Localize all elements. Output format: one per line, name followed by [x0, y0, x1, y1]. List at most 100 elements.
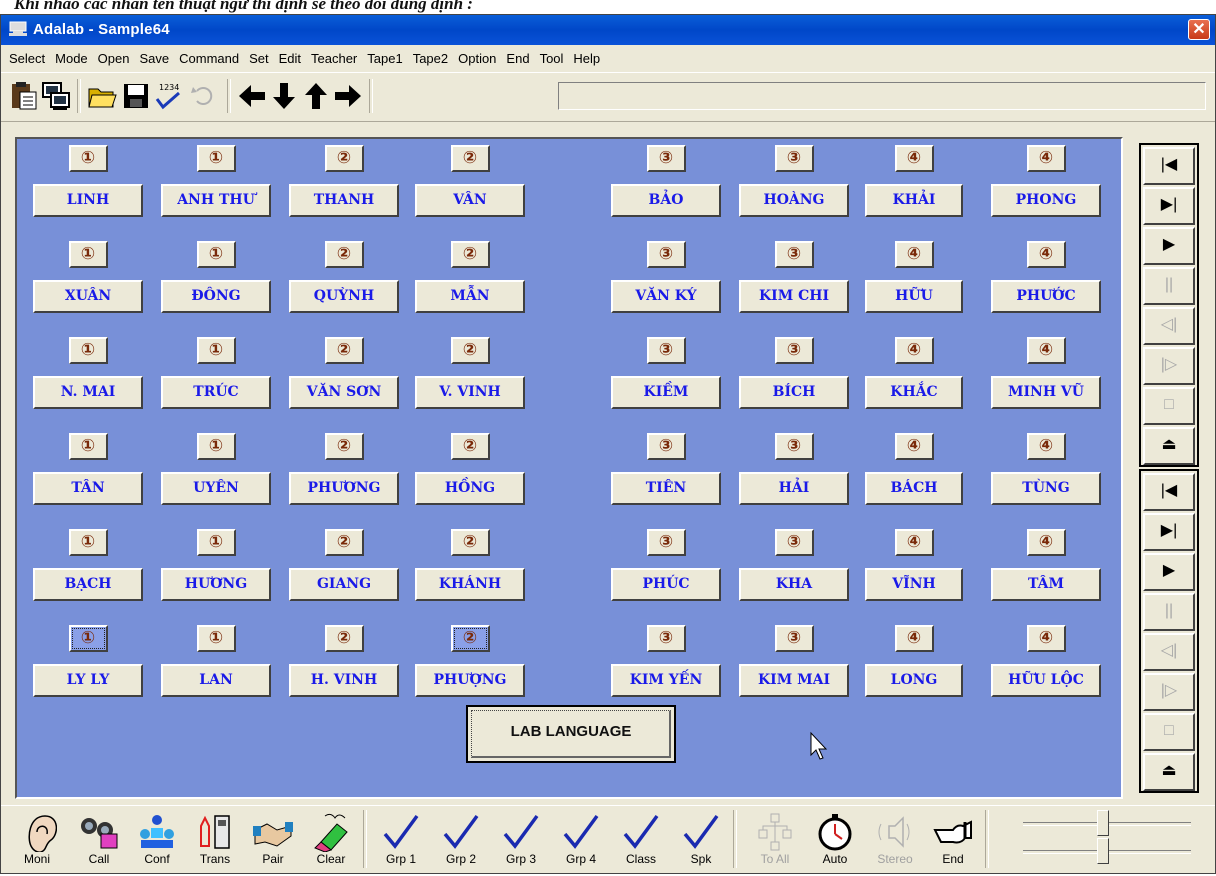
tool-end-button[interactable]: End — [925, 806, 981, 868]
group-badge[interactable]: ③ — [774, 625, 814, 652]
student-seat-button[interactable]: HỒNG — [415, 472, 525, 505]
student-seat-button[interactable]: TÙNG — [991, 472, 1101, 505]
volume-slider-1[interactable] — [1023, 810, 1191, 836]
menu-item-mode[interactable]: Mode — [50, 47, 93, 66]
student-seat-button[interactable]: HOÀNG — [739, 184, 849, 217]
tool-grp-3-button[interactable]: Grp 3 — [493, 806, 549, 868]
group-badge[interactable]: ③ — [774, 337, 814, 364]
student-seat-button[interactable]: BẢO — [611, 184, 721, 217]
tool-stereo-button[interactable]: Stereo — [867, 806, 923, 868]
group-badge[interactable]: ③ — [774, 529, 814, 556]
student-seat-button[interactable]: HẢI — [739, 472, 849, 505]
menu-item-tool[interactable]: Tool — [535, 47, 569, 66]
skip-back-icon[interactable]: |◀ — [1143, 473, 1195, 511]
group-badge[interactable]: ① — [196, 337, 236, 364]
student-seat-button[interactable]: BẠCH — [33, 568, 143, 601]
group-badge[interactable]: ③ — [646, 241, 686, 268]
group-badge[interactable]: ③ — [646, 145, 686, 172]
student-seat-button[interactable]: TRÚC — [161, 376, 271, 409]
student-seat-button[interactable]: PHÚC — [611, 568, 721, 601]
group-badge[interactable]: ② — [450, 433, 490, 460]
menu-item-command[interactable]: Command — [174, 47, 244, 66]
group-badge[interactable]: ④ — [894, 433, 934, 460]
student-seat-button[interactable]: GIANG — [289, 568, 399, 601]
play-icon[interactable]: ▶ — [1143, 553, 1195, 591]
student-seat-button[interactable]: LINH — [33, 184, 143, 217]
menu-item-edit[interactable]: Edit — [274, 47, 306, 66]
tool-grp-2-button[interactable]: Grp 2 — [433, 806, 489, 868]
menu-item-help[interactable]: Help — [568, 47, 605, 66]
play-icon[interactable]: ▶ — [1143, 227, 1195, 265]
student-seat-button[interactable]: THANH — [289, 184, 399, 217]
group-badge[interactable]: ② — [324, 241, 364, 268]
clipboard-icon[interactable] — [9, 81, 39, 111]
student-seat-button[interactable]: KHÁNH — [415, 568, 525, 601]
group-badge[interactable]: ④ — [1026, 337, 1066, 364]
group-badge[interactable]: ③ — [774, 145, 814, 172]
menu-item-tape1[interactable]: Tape1 — [362, 47, 407, 66]
group-badge[interactable]: ① — [68, 145, 108, 172]
student-seat-button[interactable]: TIÊN — [611, 472, 721, 505]
group-badge[interactable]: ③ — [774, 241, 814, 268]
group-badge[interactable]: ④ — [1026, 241, 1066, 268]
group-badge[interactable]: ④ — [894, 337, 934, 364]
tool-grp-1-button[interactable]: Grp 1 — [373, 806, 429, 868]
arrow-down-icon[interactable] — [269, 81, 299, 111]
volume-slider-2[interactable] — [1023, 838, 1191, 864]
student-seat-button[interactable]: TÂN — [33, 472, 143, 505]
student-seat-button[interactable]: MẪN — [415, 280, 525, 313]
group-badge[interactable]: ④ — [894, 145, 934, 172]
fast-forward-icon[interactable]: |▷ — [1143, 673, 1195, 711]
tool-to-all-button[interactable]: To All — [747, 806, 803, 868]
student-seat-button[interactable]: KHA — [739, 568, 849, 601]
group-badge[interactable]: ② — [324, 145, 364, 172]
lab-language-button[interactable]: LAB LANGUAGE — [466, 705, 676, 763]
tool-spk-button[interactable]: Spk — [673, 806, 729, 868]
pause-icon[interactable]: || — [1143, 593, 1195, 631]
student-seat-button[interactable]: KHẮC — [865, 376, 963, 409]
skip-forward-icon[interactable]: ▶| — [1143, 187, 1195, 225]
group-badge[interactable]: ④ — [894, 241, 934, 268]
menu-item-end[interactable]: End — [501, 47, 534, 66]
student-seat-button[interactable]: VÂN — [415, 184, 525, 217]
student-seat-button[interactable]: KIM CHI — [739, 280, 849, 313]
close-button[interactable]: ✕ — [1188, 19, 1210, 40]
group-badge[interactable]: ① — [196, 433, 236, 460]
title-bar[interactable]: Adalab - Sample64 ✕ — [1, 15, 1215, 45]
stop-icon[interactable]: □ — [1143, 387, 1195, 425]
student-seat-button[interactable]: H. VINH — [289, 664, 399, 697]
student-seat-button[interactable]: KIM YẾN — [611, 664, 721, 697]
student-seat-button[interactable]: TÂM — [991, 568, 1101, 601]
group-badge[interactable]: ④ — [1026, 145, 1066, 172]
menu-item-tape2[interactable]: Tape2 — [408, 47, 453, 66]
student-seat-button[interactable]: VĂN KÝ — [611, 280, 721, 313]
student-seat-button[interactable]: UYÊN — [161, 472, 271, 505]
group-badge[interactable]: ② — [450, 625, 490, 652]
student-seat-button[interactable]: KHẢI — [865, 184, 963, 217]
tool-moni-button[interactable]: Moni — [9, 806, 65, 868]
student-seat-button[interactable]: KIỀM — [611, 376, 721, 409]
group-badge[interactable]: ③ — [646, 433, 686, 460]
group-badge[interactable]: ① — [196, 625, 236, 652]
tool-clear-button[interactable]: Clear — [303, 806, 359, 868]
group-badge[interactable]: ④ — [1026, 625, 1066, 652]
tool-pair-button[interactable]: Pair — [245, 806, 301, 868]
group-badge[interactable]: ② — [324, 337, 364, 364]
student-seat-button[interactable]: BÍCH — [739, 376, 849, 409]
student-seat-button[interactable]: LAN — [161, 664, 271, 697]
tool-grp-4-button[interactable]: Grp 4 — [553, 806, 609, 868]
menu-item-option[interactable]: Option — [453, 47, 501, 66]
group-badge[interactable]: ② — [450, 529, 490, 556]
student-seat-button[interactable]: MINH VŨ — [991, 376, 1101, 409]
student-seat-button[interactable]: BÁCH — [865, 472, 963, 505]
skip-back-icon[interactable]: |◀ — [1143, 147, 1195, 185]
group-badge[interactable]: ① — [68, 625, 108, 652]
rewind-icon[interactable]: ◁| — [1143, 633, 1195, 671]
student-seat-button[interactable]: LY LY — [33, 664, 143, 697]
tool-call-button[interactable]: Call — [71, 806, 127, 868]
monitor-icon[interactable] — [41, 81, 71, 111]
tool-auto-button[interactable]: Auto — [807, 806, 863, 868]
group-badge[interactable]: ① — [68, 433, 108, 460]
student-seat-button[interactable]: VĨNH — [865, 568, 963, 601]
arrow-up-icon[interactable] — [301, 81, 331, 111]
